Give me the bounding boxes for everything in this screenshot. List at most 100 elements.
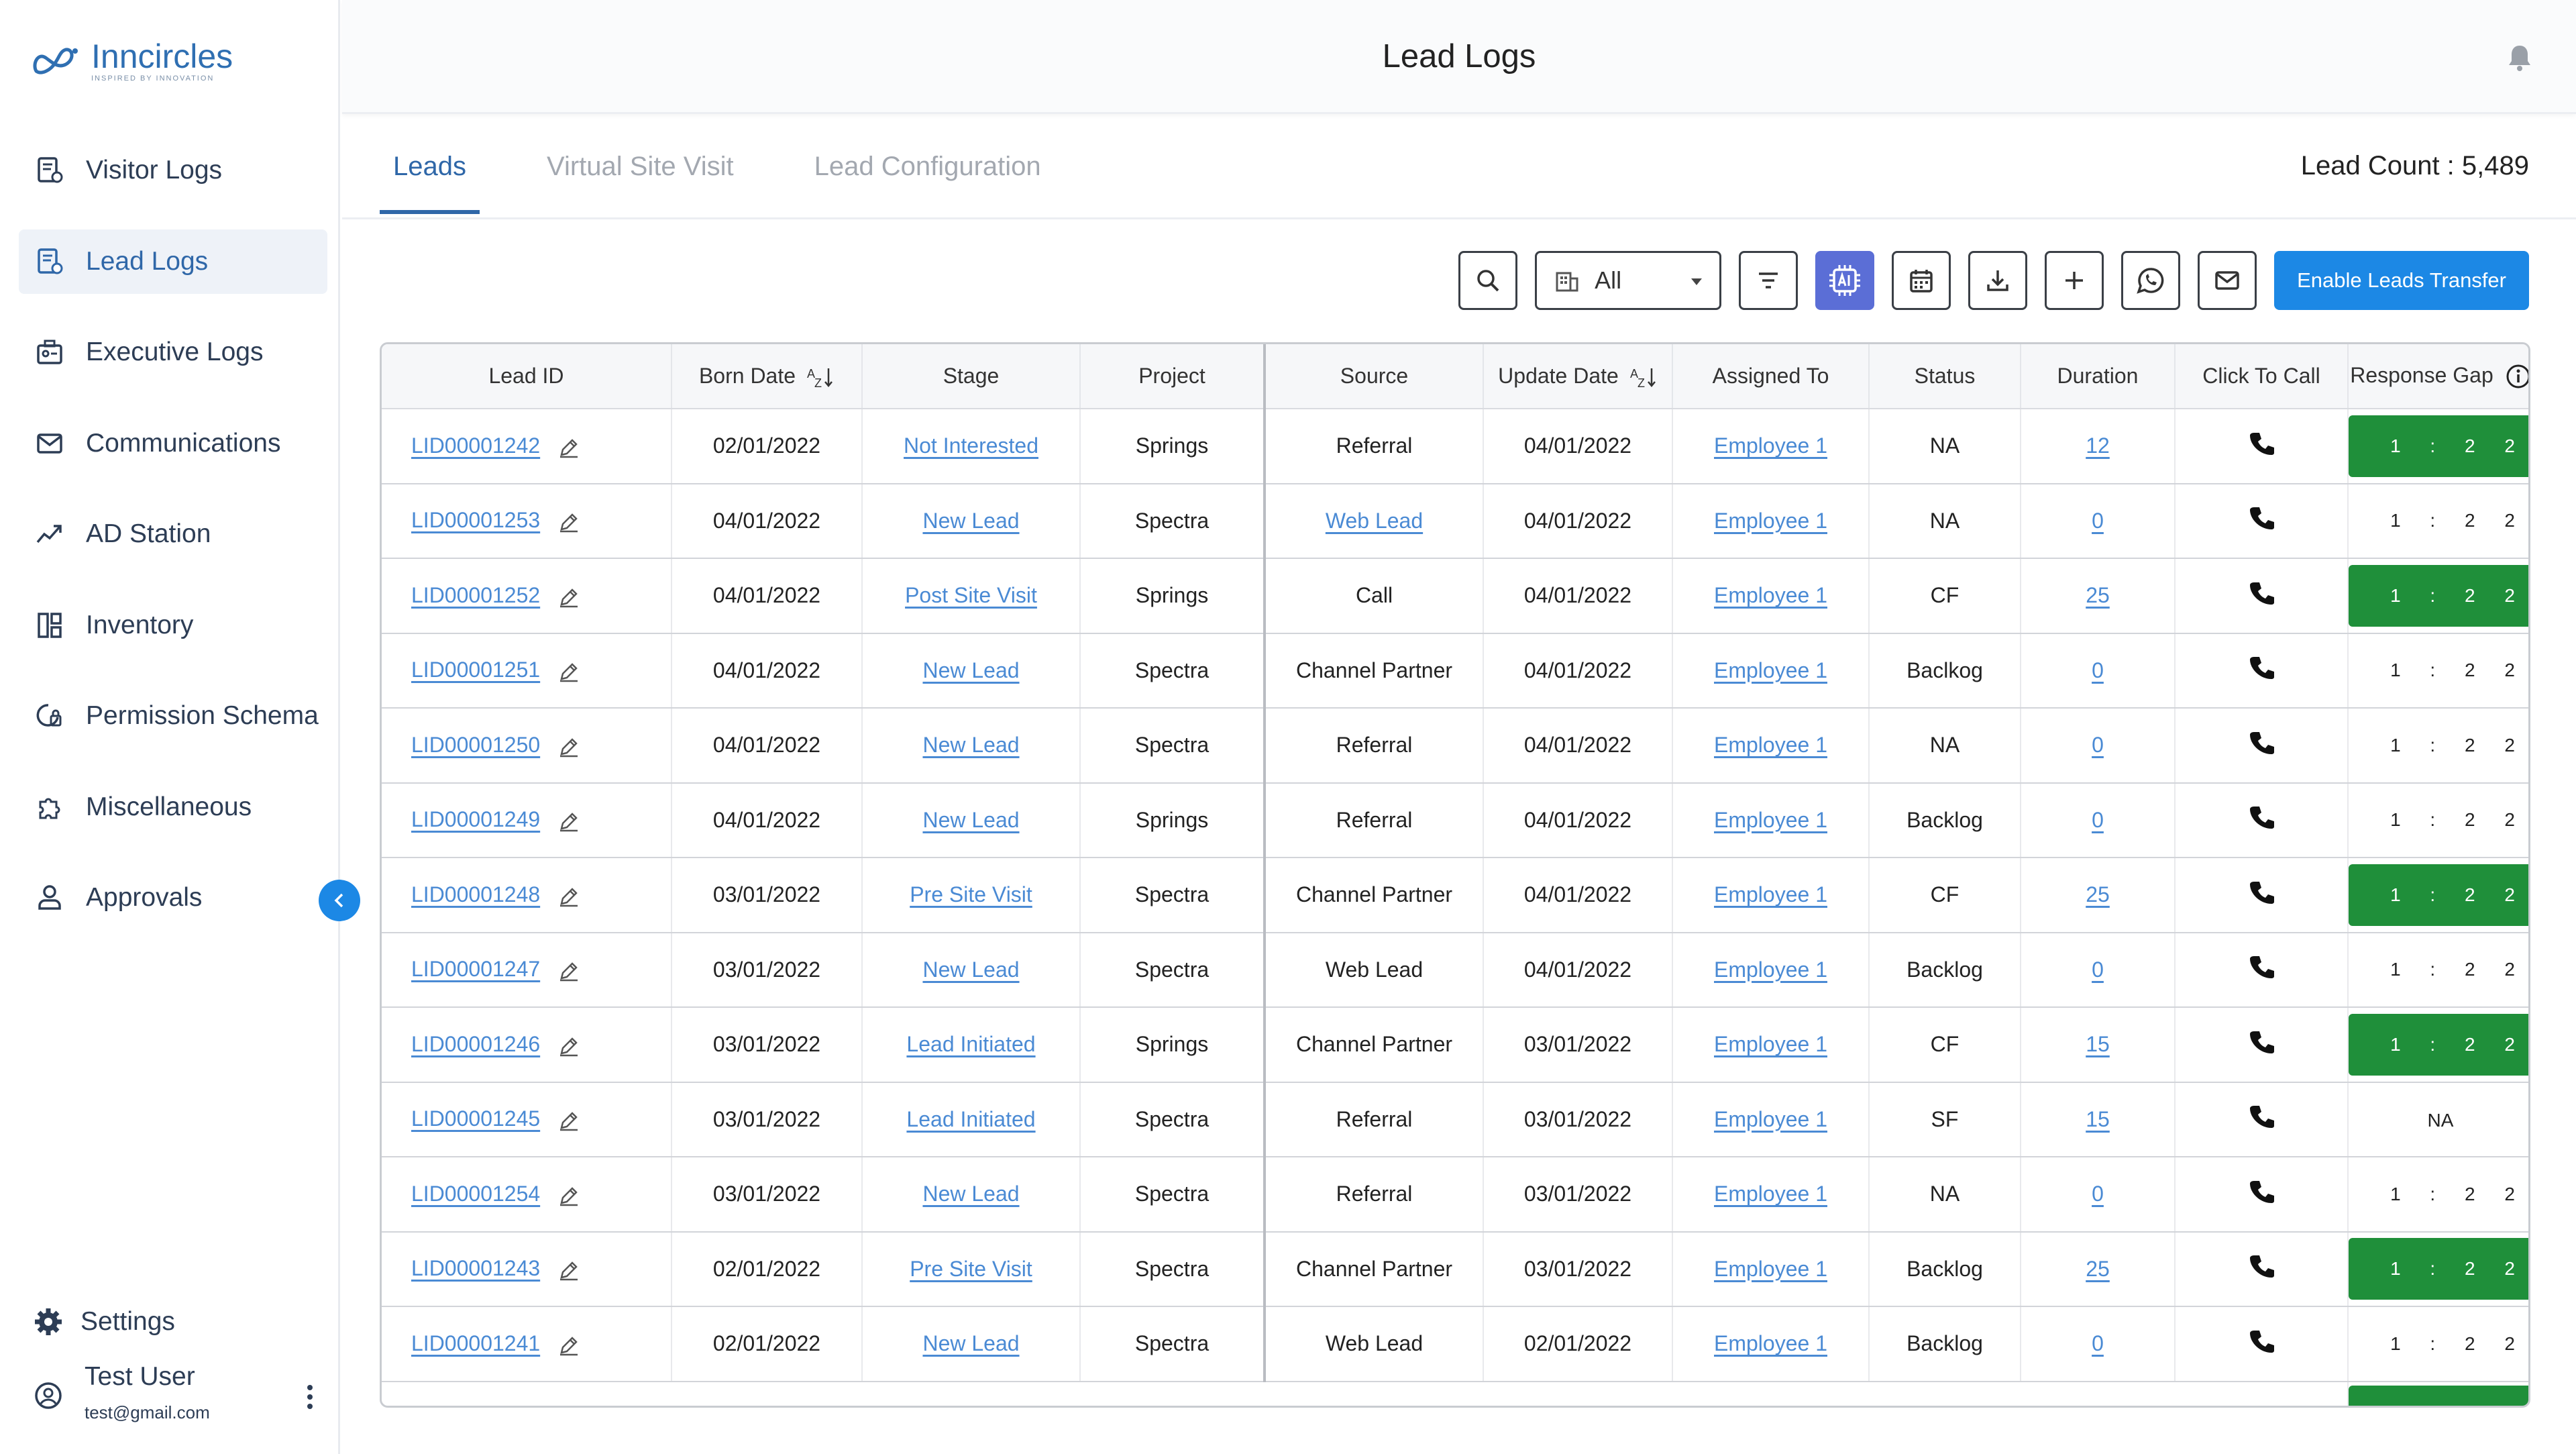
phone-icon[interactable] (2248, 1253, 2275, 1280)
edit-icon[interactable] (557, 735, 580, 758)
phone-icon[interactable] (2248, 654, 2275, 681)
phone-icon[interactable] (2248, 430, 2275, 457)
sidebar-collapse-button[interactable] (319, 880, 360, 921)
calendar-button[interactable] (1892, 251, 1951, 310)
info-icon[interactable] (2506, 364, 2530, 389)
assigned-to-link[interactable]: Employee 1 (1714, 583, 1827, 607)
bell-icon[interactable] (2506, 43, 2533, 72)
email-button[interactable] (2198, 251, 2257, 310)
col-header-update-date[interactable]: Update Date A Z (1483, 344, 1673, 409)
edit-icon[interactable] (557, 586, 580, 609)
lead-id-link[interactable]: LID00001249 (411, 807, 540, 831)
filter-button[interactable] (1739, 251, 1799, 310)
col-header-status[interactable]: Status (1869, 344, 2021, 409)
assigned-to-link[interactable]: Employee 1 (1714, 1182, 1827, 1206)
edit-icon[interactable] (557, 1334, 580, 1357)
lead-id-link[interactable]: LID00001245 (411, 1106, 540, 1131)
assigned-to-link[interactable]: Employee 1 (1714, 1107, 1827, 1131)
edit-icon[interactable] (557, 1259, 580, 1282)
assigned-to-link[interactable]: Employee 1 (1714, 1257, 1827, 1281)
table-row[interactable]: LID00001247 03/01/2022 New Lead Spectra Web … (382, 932, 2528, 1008)
phone-icon[interactable] (2248, 729, 2275, 756)
duration-link[interactable]: 0 (2092, 658, 2104, 682)
edit-icon[interactable] (557, 660, 580, 683)
stage-link[interactable]: Lead Initiated (906, 1032, 1035, 1056)
settings-link[interactable]: Settings (34, 1307, 175, 1337)
phone-icon[interactable] (2248, 1029, 2275, 1055)
col-header-source[interactable]: Source (1265, 344, 1484, 409)
stage-link[interactable]: New Lead (922, 733, 1019, 757)
table-row[interactable]: LID00001248 03/01/2022 Pre Site Visit Spect… (382, 858, 2528, 933)
stage-link[interactable]: New Lead (922, 509, 1019, 533)
table-row[interactable]: LID00001246 03/01/2022 Lead Initiated Sprin… (382, 1007, 2528, 1083)
duration-link[interactable]: 25 (2086, 583, 2110, 607)
table-row[interactable]: LID00001253 04/01/2022 New Lead Spectra Web … (382, 483, 2528, 559)
assigned-to-link[interactable]: Employee 1 (1714, 433, 1827, 458)
assigned-to-link[interactable]: Employee 1 (1714, 882, 1827, 906)
lead-id-link[interactable]: LID00001251 (411, 658, 540, 682)
download-button[interactable] (1968, 251, 2028, 310)
edit-icon[interactable] (557, 810, 580, 833)
sidebar-item-ad-station[interactable]: AD Station (19, 502, 327, 566)
table-row[interactable]: LID00001250 04/01/2022 New Lead Spectra Refe… (382, 708, 2528, 784)
lead-id-link[interactable]: LID00001243 (411, 1256, 540, 1280)
phone-icon[interactable] (2248, 580, 2275, 607)
stage-link[interactable]: New Lead (922, 1182, 1019, 1206)
table-row[interactable]: LID00001243 02/01/2022 Pre Site Visit Spect… (382, 1231, 2528, 1307)
avatar-icon[interactable] (34, 1381, 63, 1410)
stage-link[interactable]: Pre Site Visit (910, 1257, 1032, 1281)
phone-icon[interactable] (2248, 953, 2275, 980)
sidebar-item-executive-logs[interactable]: Executive Logs (19, 320, 327, 384)
lead-id-link[interactable]: LID00001254 (411, 1182, 540, 1206)
edit-icon[interactable] (557, 1184, 580, 1207)
assigned-to-link[interactable]: Employee 1 (1714, 509, 1827, 533)
sidebar-item-visitor-logs[interactable]: Visitor Logs (19, 138, 327, 203)
stage-link[interactable]: Not Interested (904, 433, 1038, 458)
col-header-assigned-to[interactable]: Assigned To (1672, 344, 1870, 409)
lead-id-link[interactable]: LID00001248 (411, 882, 540, 906)
lead-id-link[interactable]: LID00001246 (411, 1032, 540, 1056)
duration-link[interactable]: 0 (2092, 509, 2104, 533)
project-filter-select[interactable]: All (1535, 251, 1722, 310)
stage-link[interactable]: Post Site Visit (905, 583, 1037, 607)
lead-id-link[interactable]: LID00001250 (411, 733, 540, 757)
sort-az-icon[interactable]: AZ (806, 366, 835, 388)
edit-icon[interactable] (557, 511, 580, 533)
phone-icon[interactable] (2248, 1178, 2275, 1205)
brand-logo[interactable]: Inncircles INSPIRED BY INNOVATION (31, 36, 233, 86)
table-row[interactable]: LID00001241 02/01/2022 New Lead Spectra Web … (382, 1306, 2528, 1382)
table-row[interactable]: LID00001242 02/01/2022 Not Interested Sprin… (382, 409, 2528, 484)
lead-id-link[interactable]: LID00001241 (411, 1331, 540, 1355)
tab-leads[interactable]: Leads (380, 152, 480, 214)
table-row[interactable]: LID00001251 04/01/2022 New Lead Spectra Chan… (382, 633, 2528, 709)
sidebar-item-miscellaneous[interactable]: Miscellaneous (19, 775, 327, 839)
assigned-to-link[interactable]: Employee 1 (1714, 1032, 1827, 1056)
edit-icon[interactable] (557, 885, 580, 908)
col-header-response-gap[interactable]: Response Gap (2348, 344, 2530, 409)
sidebar-item-lead-logs[interactable]: Lead Logs (19, 229, 327, 294)
stage-link[interactable]: New Lead (922, 658, 1019, 682)
stage-link[interactable]: New Lead (922, 957, 1019, 982)
duration-link[interactable]: 25 (2086, 882, 2110, 906)
duration-link[interactable]: 0 (2092, 733, 2104, 757)
phone-icon[interactable] (2248, 1328, 2275, 1355)
duration-link[interactable]: 25 (2086, 1257, 2110, 1281)
phone-icon[interactable] (2248, 879, 2275, 906)
kebab-menu-icon[interactable] (303, 1382, 317, 1412)
assigned-to-link[interactable]: Employee 1 (1714, 658, 1827, 682)
sidebar-item-approvals[interactable]: Approvals (19, 866, 327, 930)
col-header-born-date[interactable]: Born Date A Z (672, 344, 863, 409)
duration-link[interactable]: 15 (2086, 1032, 2110, 1056)
sidebar-item-permission-schema[interactable]: Permission Schema (19, 684, 327, 748)
tab-lead-configuration[interactable]: Lead Configuration (801, 152, 1055, 214)
assigned-to-link[interactable]: Employee 1 (1714, 733, 1827, 757)
lead-id-link[interactable]: LID00001252 (411, 583, 540, 607)
duration-link[interactable]: 0 (2092, 1182, 2104, 1206)
search-button[interactable] (1458, 251, 1518, 310)
assigned-to-link[interactable]: Employee 1 (1714, 808, 1827, 832)
assigned-to-link[interactable]: Employee 1 (1714, 1331, 1827, 1355)
edit-icon[interactable] (557, 436, 580, 459)
source-value[interactable]: Web Lead (1326, 509, 1423, 533)
enable-leads-transfer-button[interactable]: Enable Leads Transfer (2274, 251, 2529, 310)
col-header-duration[interactable]: Duration (2021, 344, 2176, 409)
